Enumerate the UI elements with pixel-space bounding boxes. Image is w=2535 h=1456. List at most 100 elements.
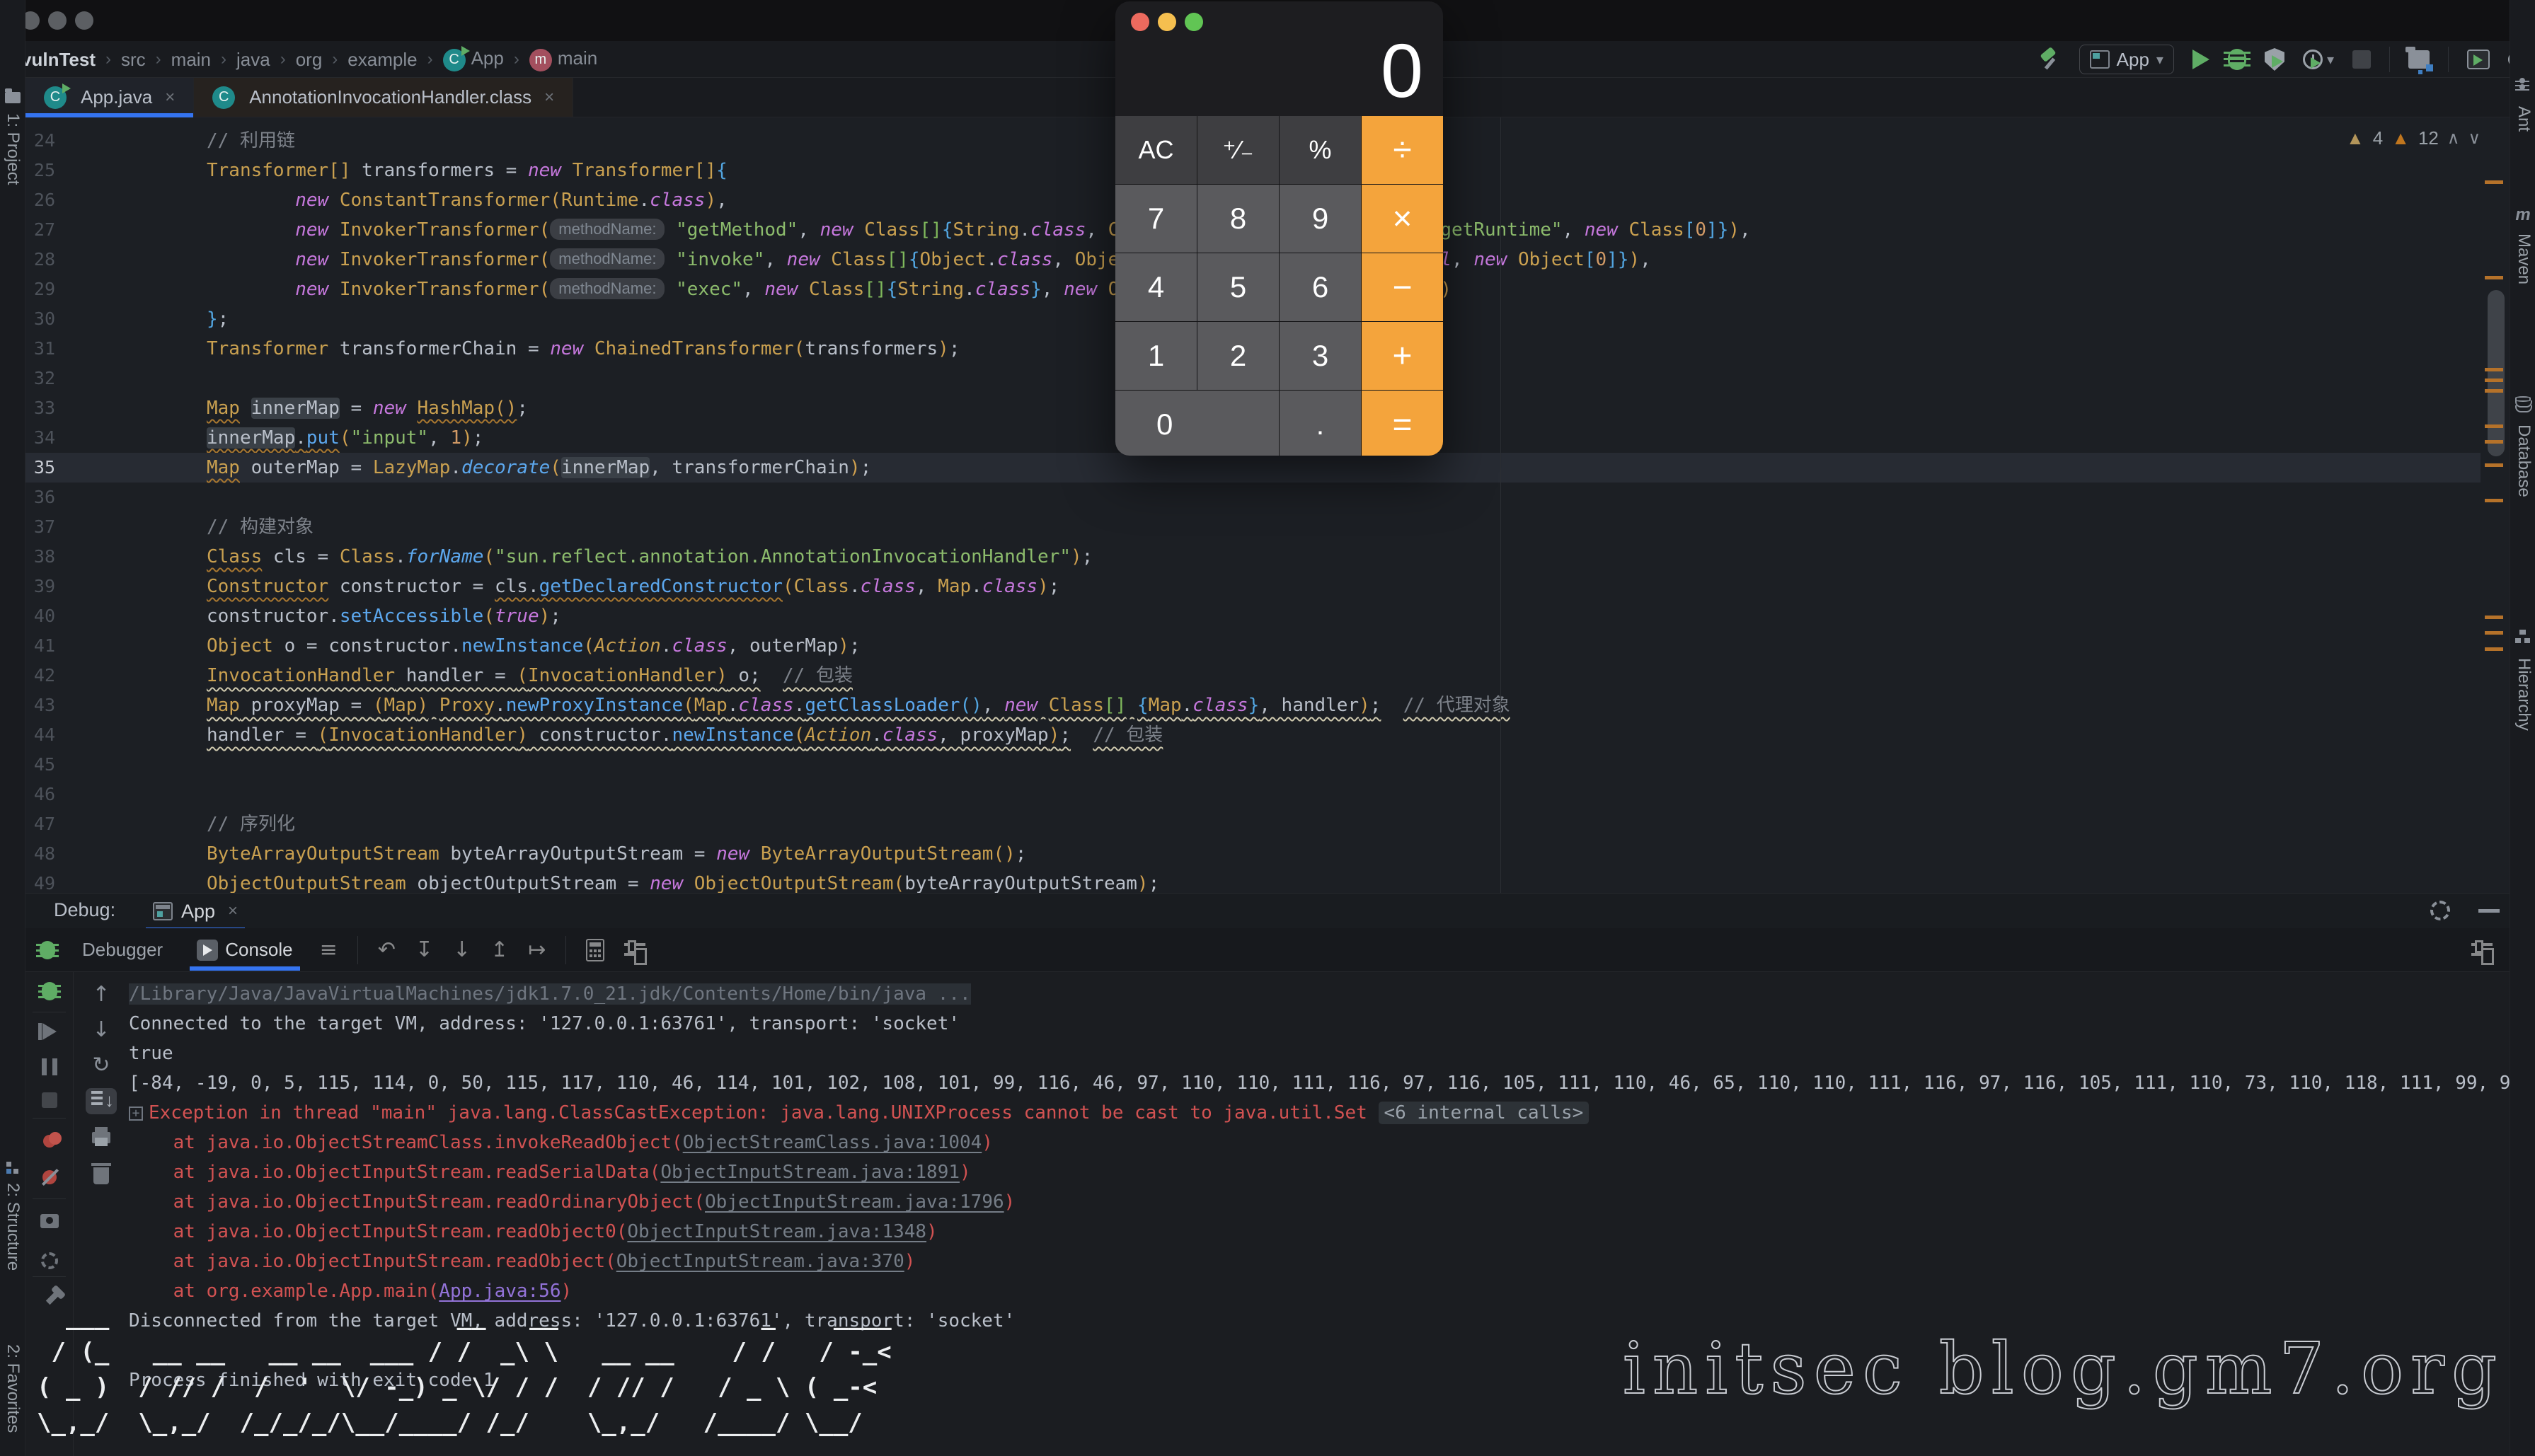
warning-stripe-mark[interactable] [2485,180,2503,184]
scroll-to-end-icon[interactable] [86,1088,117,1114]
run-config-select[interactable]: App ▾ [2079,45,2174,74]
calc-button-%[interactable]: % [1280,116,1361,184]
breadcrumb-item-main[interactable]: main [171,49,211,71]
profiler-icon[interactable] [2303,50,2323,69]
stack-trace-link[interactable]: ObjectInputStream.java:1891 [660,1162,960,1183]
calc-button-×[interactable]: × [1362,185,1443,253]
build-hammer-icon[interactable] [2040,49,2061,70]
prev-problem-icon[interactable]: ∧ [2447,128,2460,149]
calc-button-4[interactable]: 4 [1115,253,1197,321]
menu-icon[interactable]: ≡ [320,937,338,962]
step-over-icon[interactable]: ↧ [415,937,433,962]
warning-stripe-mark[interactable] [2485,631,2503,635]
database-icon[interactable] [2515,396,2531,402]
evaluate-expression-icon[interactable] [586,939,604,961]
warning-stripe-mark[interactable] [2485,647,2503,651]
calc-button-=[interactable]: = [1362,391,1443,456]
debug-session-tab[interactable]: App × [153,896,238,926]
breadcrumb-item-App[interactable]: CApp [443,47,504,71]
calc-button-9[interactable]: 9 [1280,185,1361,253]
breadcrumb-item-example[interactable]: example [347,49,417,71]
calc-button-3[interactable]: 3 [1280,322,1361,390]
warning-stripe-mark[interactable] [2485,499,2503,502]
next-problem-icon[interactable]: ∨ [2468,128,2481,149]
view-breakpoints-icon[interactable] [43,1135,56,1148]
structure-icon[interactable] [5,1160,19,1174]
step-out-icon[interactable]: ↥ [490,937,508,962]
calculator-window[interactable]: 0 AC⁺⁄₋%÷789×456−123+0.= [1115,1,1443,456]
calc-button-.[interactable]: . [1280,391,1361,456]
calc-button-8[interactable]: 8 [1197,185,1279,253]
stack-trace-link[interactable]: ObjectInputStream.java:1796 [705,1191,1004,1213]
calc-minimize-icon[interactable] [1158,13,1176,31]
coverage-icon[interactable] [2265,48,2284,71]
mute-renderers-icon[interactable] [624,940,645,961]
tab-AnnotationInvocationHandler.class[interactable]: CAnnotationInvocationHandler.class× [194,78,573,117]
breadcrumb-item-vulnTest[interactable]: vulnTest [21,49,96,71]
calc-button-÷[interactable]: ÷ [1362,116,1443,184]
breadcrumb-item-java[interactable]: java [236,49,270,71]
sidebar-item-project[interactable]: 1: Project [3,113,23,185]
step-into-icon[interactable]: ↓ [453,937,471,962]
gear-icon[interactable] [2430,901,2450,920]
settings-icon[interactable] [41,1252,58,1269]
calc-close-icon[interactable] [1131,13,1149,31]
warning-stripe-mark[interactable] [2485,463,2503,467]
error-stripe[interactable] [2481,117,2510,893]
warning-stripe-mark[interactable] [2485,440,2503,444]
sidebar-item-ant[interactable]: Ant [2514,106,2534,132]
mute-breakpoints-icon[interactable] [42,1170,57,1184]
maven-icon[interactable]: m [2515,205,2531,221]
tab-App.java[interactable]: CApp.java× [25,78,194,117]
sidebar-item-hierarchy[interactable]: Hierarchy [2514,658,2534,731]
calc-button-1[interactable]: 1 [1115,322,1197,390]
zoom-window-icon[interactable] [75,11,93,30]
warning-stripe-mark[interactable] [2485,616,2503,619]
breadcrumb-item-org[interactable]: org [296,49,323,71]
calc-button-5[interactable]: 5 [1197,253,1279,321]
rerun-debug-icon[interactable] [42,982,57,1000]
clear-all-icon[interactable] [93,1167,109,1184]
fold-icon[interactable]: + [129,1107,143,1121]
layout-settings-icon[interactable] [2471,940,2493,961]
warning-stripe-mark[interactable] [2485,276,2503,279]
tab-debugger[interactable]: Debugger [75,939,170,961]
calc-button-⁺⁄₋[interactable]: ⁺⁄₋ [1197,116,1279,184]
ant-icon[interactable] [2515,78,2529,92]
thread-dump-icon[interactable] [40,1214,59,1228]
breadcrumb[interactable]: vulnTest›src›main›java›org›example›CApp›… [21,41,597,78]
stack-trace-link[interactable]: ObjectStreamClass.java:1004 [683,1132,982,1153]
debug-icon[interactable] [2228,49,2246,70]
sidebar-item-maven[interactable]: Maven [2514,233,2534,284]
stack-trace-link[interactable]: ObjectInputStream.java:370 [616,1251,904,1272]
run-to-cursor-icon[interactable]: ↦ [528,937,546,962]
warning-stripe-mark[interactable] [2485,379,2503,382]
calc-button-7[interactable]: 7 [1115,185,1197,253]
inspections-widget[interactable]: ▲ 4 ▲ 12 ∧ ∨ [2346,127,2481,149]
project-folder-icon[interactable] [5,92,21,103]
close-icon[interactable]: × [544,88,554,108]
stop-icon[interactable] [42,1092,57,1108]
calc-button-0[interactable]: 0 [1115,391,1279,456]
pause-icon[interactable] [42,1058,57,1075]
terminal-icon[interactable] [2467,50,2490,69]
sidebar-item-structure[interactable]: 2: Structure [3,1183,23,1271]
breadcrumb-item-src[interactable]: src [121,49,146,71]
down-stack-icon[interactable]: ↓ [92,1017,110,1042]
calc-button-−[interactable]: − [1362,253,1443,321]
restore-layout-icon[interactable]: ↻ [92,1053,110,1077]
sidebar-item-favorites[interactable]: 2: Favorites [3,1344,23,1433]
warning-stripe-mark[interactable] [2485,389,2503,393]
hierarchy-icon[interactable] [2515,630,2529,644]
warning-stripe-mark[interactable] [2485,424,2503,428]
project-structure-icon[interactable] [2408,50,2430,69]
sidebar-item-database[interactable]: Database [2514,424,2534,497]
close-icon[interactable]: × [228,901,238,921]
hide-panel-icon[interactable] [2478,909,2500,913]
tab-console[interactable]: Console [190,939,299,961]
calc-button-AC[interactable]: AC [1115,116,1197,184]
stack-trace-link[interactable]: ObjectInputStream.java:1348 [627,1221,926,1242]
editor-scrollbar[interactable] [2488,290,2505,456]
breadcrumb-item-main[interactable]: mmain [529,47,597,71]
calc-zoom-icon[interactable] [1185,13,1203,31]
